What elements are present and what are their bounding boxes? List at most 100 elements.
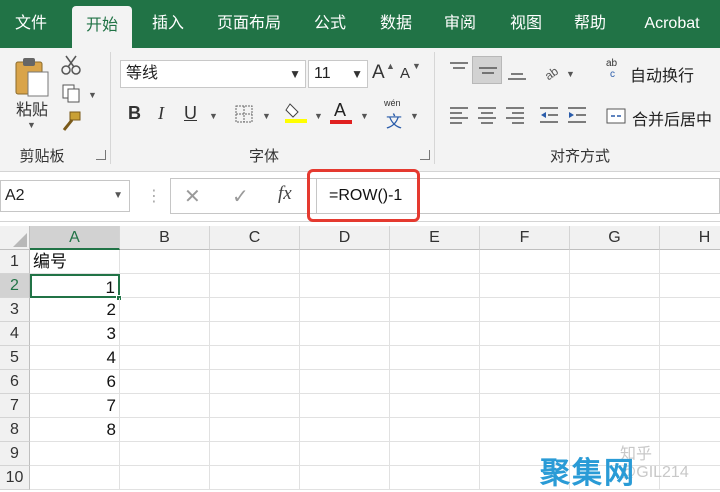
cell-f2[interactable] bbox=[480, 274, 570, 298]
cell-a4[interactable]: 3 bbox=[30, 322, 120, 346]
cell-g1[interactable] bbox=[570, 250, 660, 274]
cell-h1[interactable] bbox=[660, 250, 720, 274]
row-header-4[interactable]: 4 bbox=[0, 322, 30, 346]
cell-c6[interactable] bbox=[210, 370, 300, 394]
tab-insert[interactable]: 插入 bbox=[138, 0, 198, 48]
font-launcher-icon[interactable] bbox=[420, 150, 430, 160]
cell-b7[interactable] bbox=[120, 394, 210, 418]
cell-a7[interactable]: 7 bbox=[30, 394, 120, 418]
cell-h6[interactable] bbox=[660, 370, 720, 394]
cell-d5[interactable] bbox=[300, 346, 390, 370]
cell-d1[interactable] bbox=[300, 250, 390, 274]
align-right-icon[interactable] bbox=[504, 104, 526, 126]
column-header-g[interactable]: G bbox=[570, 226, 660, 250]
cell-d4[interactable] bbox=[300, 322, 390, 346]
phonetic-guide-button[interactable]: wén 文 bbox=[384, 98, 406, 131]
cell-g5[interactable] bbox=[570, 346, 660, 370]
cell-c10[interactable] bbox=[210, 466, 300, 490]
cell-e4[interactable] bbox=[390, 322, 480, 346]
cell-g2[interactable] bbox=[570, 274, 660, 298]
cell-f8[interactable] bbox=[480, 418, 570, 442]
cell-h4[interactable] bbox=[660, 322, 720, 346]
cell-e1[interactable] bbox=[390, 250, 480, 274]
cut-icon[interactable] bbox=[60, 54, 82, 76]
cell-a6[interactable]: 6 bbox=[30, 370, 120, 394]
font-color-button[interactable]: A bbox=[334, 100, 346, 121]
cell-e6[interactable] bbox=[390, 370, 480, 394]
cell-h2[interactable] bbox=[660, 274, 720, 298]
column-header-d[interactable]: D bbox=[300, 226, 390, 250]
cell-e3[interactable] bbox=[390, 298, 480, 322]
fill-color-dropdown-icon[interactable]: ▼ bbox=[314, 111, 323, 121]
cell-e2[interactable] bbox=[390, 274, 480, 298]
cell-f7[interactable] bbox=[480, 394, 570, 418]
tab-review[interactable]: 审阅 bbox=[430, 0, 490, 48]
orientation-dropdown-icon[interactable]: ▼ bbox=[566, 69, 575, 79]
italic-button[interactable]: I bbox=[158, 103, 164, 124]
cell-d10[interactable] bbox=[300, 466, 390, 490]
cell-b10[interactable] bbox=[120, 466, 210, 490]
cell-c7[interactable] bbox=[210, 394, 300, 418]
row-header-3[interactable]: 3 bbox=[0, 298, 30, 322]
tab-data[interactable]: 数据 bbox=[366, 0, 426, 48]
cell-a8[interactable]: 8 bbox=[30, 418, 120, 442]
align-middle-button[interactable] bbox=[472, 56, 502, 84]
cell-f6[interactable] bbox=[480, 370, 570, 394]
fill-color-icon[interactable] bbox=[284, 100, 308, 124]
cell-d9[interactable] bbox=[300, 442, 390, 466]
underline-button[interactable]: U bbox=[184, 103, 197, 124]
bold-button[interactable]: B bbox=[128, 103, 141, 124]
borders-icon[interactable] bbox=[234, 104, 254, 124]
cell-d8[interactable] bbox=[300, 418, 390, 442]
cell-h5[interactable] bbox=[660, 346, 720, 370]
wrap-text-button[interactable]: ab c 自动换行 bbox=[606, 58, 706, 86]
tab-page-layout[interactable]: 页面布局 bbox=[206, 0, 292, 48]
row-header-9[interactable]: 9 bbox=[0, 442, 30, 466]
align-top-icon[interactable] bbox=[448, 60, 470, 82]
cell-a5[interactable]: 4 bbox=[30, 346, 120, 370]
cell-g3[interactable] bbox=[570, 298, 660, 322]
cell-c3[interactable] bbox=[210, 298, 300, 322]
cell-c2[interactable] bbox=[210, 274, 300, 298]
enter-icon[interactable]: ✓ bbox=[232, 184, 249, 209]
column-header-h[interactable]: H bbox=[660, 226, 720, 250]
cell-a10[interactable] bbox=[30, 466, 120, 490]
cell-c9[interactable] bbox=[210, 442, 300, 466]
tab-help[interactable]: 帮助 bbox=[560, 0, 620, 48]
increase-indent-icon[interactable] bbox=[566, 104, 588, 126]
cell-b3[interactable] bbox=[120, 298, 210, 322]
cell-b4[interactable] bbox=[120, 322, 210, 346]
column-header-f[interactable]: F bbox=[480, 226, 570, 250]
select-all-button[interactable] bbox=[0, 226, 30, 250]
font-color-dropdown-icon[interactable]: ▼ bbox=[360, 111, 369, 121]
format-painter-icon[interactable] bbox=[60, 110, 82, 132]
align-bottom-icon[interactable] bbox=[506, 60, 528, 82]
cell-g6[interactable] bbox=[570, 370, 660, 394]
orientation-icon[interactable]: ab bbox=[542, 60, 564, 82]
cell-f5[interactable] bbox=[480, 346, 570, 370]
name-box[interactable]: A2 ▼ bbox=[0, 180, 130, 212]
cell-e7[interactable] bbox=[390, 394, 480, 418]
cell-f4[interactable] bbox=[480, 322, 570, 346]
cell-c5[interactable] bbox=[210, 346, 300, 370]
cell-e5[interactable] bbox=[390, 346, 480, 370]
column-header-a[interactable]: A bbox=[30, 226, 120, 250]
row-header-8[interactable]: 8 bbox=[0, 418, 30, 442]
cell-d3[interactable] bbox=[300, 298, 390, 322]
cell-b2[interactable] bbox=[120, 274, 210, 298]
cell-c8[interactable] bbox=[210, 418, 300, 442]
column-header-b[interactable]: B bbox=[120, 226, 210, 250]
cell-b5[interactable] bbox=[120, 346, 210, 370]
cell-c4[interactable] bbox=[210, 322, 300, 346]
cell-a3[interactable]: 2 bbox=[30, 298, 120, 322]
cell-c1[interactable] bbox=[210, 250, 300, 274]
cell-h3[interactable] bbox=[660, 298, 720, 322]
shrink-font-button[interactable]: A bbox=[400, 65, 410, 82]
cell-b9[interactable] bbox=[120, 442, 210, 466]
align-left-icon[interactable] bbox=[448, 104, 470, 126]
cell-e10[interactable] bbox=[390, 466, 480, 490]
cell-d7[interactable] bbox=[300, 394, 390, 418]
cell-g7[interactable] bbox=[570, 394, 660, 418]
cell-g4[interactable] bbox=[570, 322, 660, 346]
paste-button[interactable]: 粘贴 ▼ bbox=[8, 52, 54, 132]
